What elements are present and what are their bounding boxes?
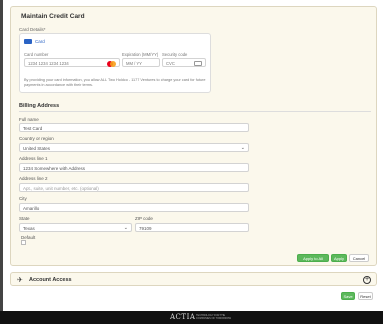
- state-value: Texas: [23, 226, 35, 231]
- address1-label: Address line 1: [19, 156, 48, 161]
- reset-button[interactable]: Reset: [358, 292, 373, 300]
- card-type-tab[interactable]: Card: [24, 39, 45, 44]
- zip-input[interactable]: 79109: [135, 223, 249, 232]
- credit-card-panel: Maintain Credit Card Card Details* Card …: [10, 6, 377, 266]
- expiration-placeholder: MM / YY: [126, 61, 142, 66]
- state-select[interactable]: Texas ⌄: [19, 223, 132, 232]
- default-checkbox[interactable]: [21, 240, 26, 245]
- expiration-label: Expiration (MM/YY): [122, 52, 159, 57]
- page: Maintain Credit Card Card Details* Card …: [0, 0, 383, 324]
- security-code-placeholder: CVC: [166, 61, 175, 66]
- address2-input[interactable]: Apt., suite, unit number, etc. (optional…: [19, 183, 249, 192]
- card-element: Card Card number 1234 1234 1234 1234 Exp…: [19, 33, 211, 93]
- full-name-label: Full name: [19, 117, 39, 122]
- zip-label: ZIP code: [135, 216, 153, 221]
- mastercard-icon: [107, 60, 116, 67]
- brand-logo: ACTIA: [170, 313, 196, 321]
- security-code-input[interactable]: CVC: [162, 58, 206, 67]
- country-value: United States: [23, 146, 51, 151]
- account-access-title: Account Access: [29, 276, 72, 283]
- apply-to-all-button[interactable]: Apply to All: [297, 254, 329, 262]
- billing-title: Billing Address: [19, 103, 60, 109]
- country-select[interactable]: United States ⌄: [19, 143, 249, 152]
- card-number-placeholder: 1234 1234 1234 1234: [28, 61, 69, 66]
- apply-button[interactable]: Apply: [331, 254, 347, 262]
- cancel-button[interactable]: Cancel: [349, 254, 369, 262]
- account-access-accordion[interactable]: ✈ Account Access +: [10, 272, 377, 286]
- plane-icon: ✈: [17, 277, 23, 284]
- city-input[interactable]: Amarillo: [19, 203, 249, 212]
- address2-label: Address line 2: [19, 176, 48, 181]
- card-number-label: Card number: [24, 52, 49, 57]
- card-terms-note: By providing your card information, you …: [24, 78, 206, 87]
- brand-tagline: TECHNOLOGY FOR THE COMPANIES OF TOMORROW: [196, 314, 231, 320]
- chevron-down-icon: ⌄: [240, 145, 245, 151]
- card-details-label: Card Details*: [19, 27, 46, 32]
- expand-plus-icon[interactable]: +: [363, 275, 371, 284]
- state-label: State: [19, 216, 30, 221]
- brand-tagline-line2: COMPANIES OF TOMORROW: [196, 317, 232, 320]
- cvc-icon: [194, 61, 202, 66]
- save-button[interactable]: Save: [341, 292, 355, 300]
- full-name-input[interactable]: Test Card: [19, 123, 249, 132]
- left-rail: [0, 0, 3, 324]
- security-code-label: Security code: [162, 52, 188, 57]
- city-label: City: [19, 196, 27, 201]
- footer-bar: ACTIA TECHNOLOGY FOR THE COMPANIES OF TO…: [0, 311, 383, 324]
- panel-title: Maintain Credit Card: [21, 13, 85, 20]
- country-label: Country or region: [19, 136, 54, 141]
- billing-divider: [19, 111, 371, 112]
- card-icon: [24, 39, 32, 44]
- card-type-label: Card: [35, 39, 45, 44]
- expiration-input[interactable]: MM / YY: [122, 58, 160, 67]
- card-number-input[interactable]: 1234 1234 1234 1234: [24, 58, 120, 67]
- address1-input[interactable]: 1234 Somewhere with Address: [19, 163, 249, 172]
- chevron-down-icon: ⌄: [123, 225, 128, 231]
